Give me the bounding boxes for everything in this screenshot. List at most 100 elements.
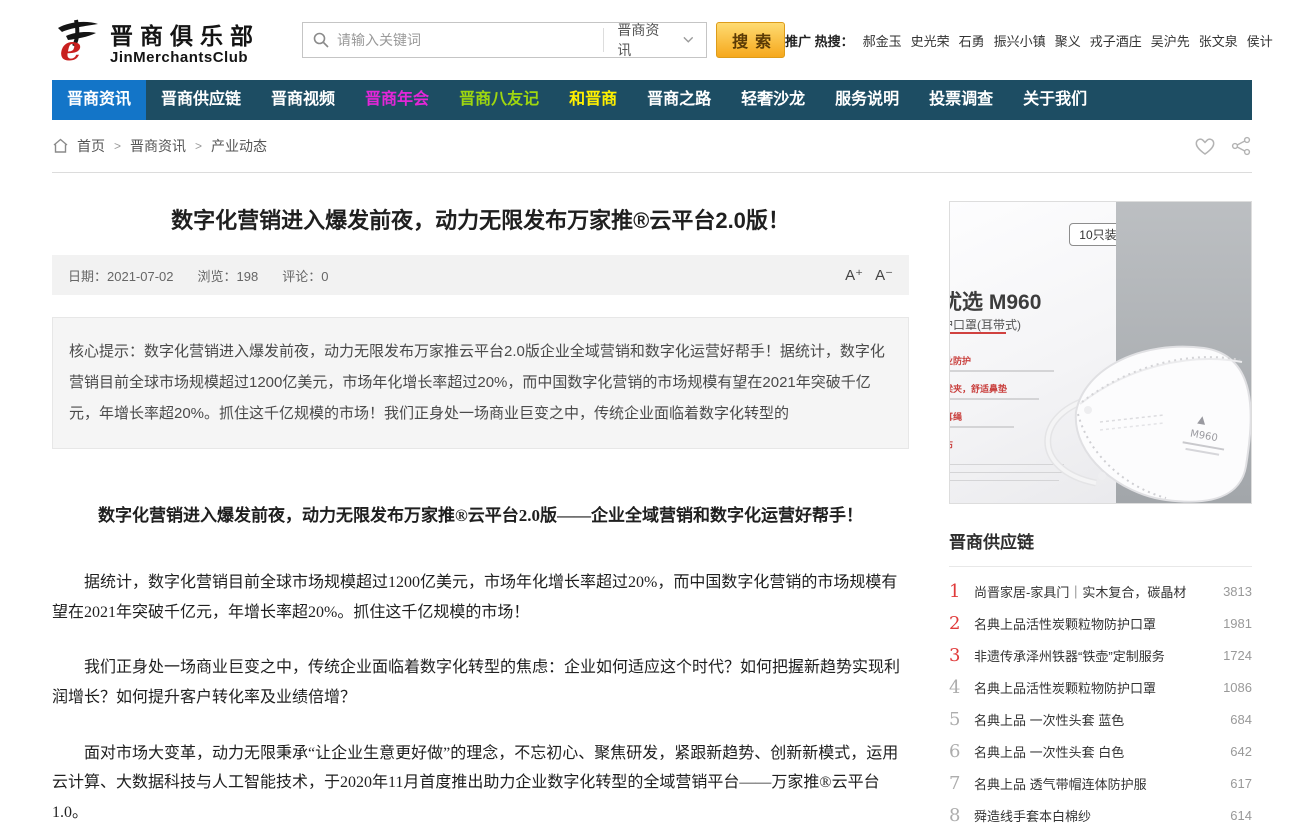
sidebar-section-title: 晋商供应链 bbox=[949, 528, 1252, 567]
font-bigger-button[interactable]: A⁺ bbox=[845, 266, 863, 284]
ranking-count: 1724 bbox=[1223, 648, 1252, 663]
package-feature: 业防护 bbox=[949, 354, 971, 367]
search-area: 晋商资讯 搜索 bbox=[302, 22, 785, 58]
search-input[interactable] bbox=[337, 24, 603, 56]
article-paragraph: 面对市场大变革，动力无限秉承“让企业生意更好做”的理念，不忘初心、聚焦研发，紧跟… bbox=[52, 739, 909, 828]
breadcrumb-actions bbox=[1194, 136, 1252, 156]
ranking-count: 1981 bbox=[1223, 616, 1252, 631]
ranking-number: 8 bbox=[949, 805, 974, 826]
logo-text: 晋商俱乐部 JinMerchantsClub bbox=[110, 24, 260, 66]
site-header: e 晋商俱乐部 JinMerchantsClub 晋商资讯 bbox=[0, 0, 1304, 80]
ranking-count: 642 bbox=[1230, 744, 1252, 759]
ranking-row[interactable]: 1尚晋家居-家具门｜实木复合，碳晶材3813 bbox=[949, 575, 1252, 607]
nav-item-1[interactable]: 晋商资讯 bbox=[52, 80, 146, 120]
kn95-mask-art: M960 bbox=[1014, 318, 1252, 504]
ranking-number: 6 bbox=[949, 741, 974, 762]
search-category-value: 晋商资讯 bbox=[617, 20, 666, 60]
article-meta-item: 浏览：198 bbox=[198, 266, 259, 285]
package-subtitle: 护口罩(耳带式) bbox=[949, 316, 1021, 333]
hot-search-term[interactable]: 张文泉 bbox=[1199, 31, 1238, 50]
ranking-row[interactable]: 5名典上品 一次性头套 蓝色 684 bbox=[949, 703, 1252, 735]
nav-item-3[interactable]: 晋商视频 bbox=[256, 80, 350, 120]
ranking-row[interactable]: 3非遗传承泽州铁器“铁壶”定制服务1724 bbox=[949, 639, 1252, 671]
nav-item-11[interactable]: 关于我们 bbox=[1008, 80, 1102, 120]
breadcrumb-link[interactable]: 产业动态 bbox=[211, 136, 267, 156]
package-feature: 梁夹，舒适鼻垫 bbox=[949, 382, 1007, 395]
article-paragraphs: 据统计，数字化营销目前全球市场规模超过1200亿美元，市场年化增长率超过20%，… bbox=[52, 568, 909, 827]
ranking-count: 1086 bbox=[1223, 680, 1252, 695]
ranking-title: 名典上品 透气带帽连体防护服 bbox=[974, 774, 1224, 793]
logo-title-cn: 晋商俱乐部 bbox=[110, 24, 260, 49]
ranking-title: 名典上品 一次性头套 蓝色 bbox=[974, 710, 1224, 729]
search-category-select[interactable]: 晋商资讯 bbox=[604, 23, 706, 57]
article-meta-items: 日期：2021-07-02 浏览：198 评论：0 bbox=[68, 266, 328, 285]
article-paragraph: 据统计，数字化营销目前全球市场规模超过1200亿美元，市场年化增长率超过20%，… bbox=[52, 568, 909, 627]
hot-search: 推广 热搜： 郝金玉史光荣石勇振兴小镇聚义戎子酒庄吴沪先张文泉侯计 bbox=[785, 31, 1273, 50]
ranking-count: 614 bbox=[1230, 808, 1252, 823]
article-body: 数字化营销进入爆发前夜，动力无限发布万家推®云平台2.0版——企业全域营销和数字… bbox=[52, 501, 909, 827]
article-meta-item: 评论：0 bbox=[282, 266, 328, 285]
hot-search-term[interactable]: 史光荣 bbox=[911, 31, 950, 50]
logo-title-en: JinMerchantsClub bbox=[110, 49, 260, 66]
hot-search-terms: 郝金玉史光荣石勇振兴小镇聚义戎子酒庄吴沪先张文泉侯计 bbox=[863, 31, 1273, 50]
font-smaller-button[interactable]: A⁻ bbox=[875, 266, 893, 284]
hot-search-term[interactable]: 侯计 bbox=[1247, 31, 1273, 50]
favorite-heart-icon[interactable] bbox=[1194, 136, 1216, 156]
search-box: 晋商资讯 bbox=[302, 22, 707, 58]
ranking-row[interactable]: 6名典上品 一次性头套 白色 642 bbox=[949, 735, 1252, 767]
breadcrumb: 首页 > 晋商资讯 > 产业动态 bbox=[52, 120, 1252, 172]
search-button[interactable]: 搜索 bbox=[716, 22, 785, 58]
ranking-title: 非遗传承泽州铁器“铁壶”定制服务 bbox=[974, 646, 1217, 665]
nav-item-10[interactable]: 投票调查 bbox=[914, 80, 1008, 120]
ranking-row[interactable]: 7名典上品 透气带帽连体防护服 617 bbox=[949, 767, 1252, 799]
article-paragraph: 我们正身处一场商业巨变之中，传统企业面临着数字化转型的焦虑：企业如何适应这个时代… bbox=[52, 653, 909, 712]
hot-search-term[interactable]: 吴沪先 bbox=[1151, 31, 1190, 50]
product-ad-image[interactable]: 10只装 优选 M960 护口罩(耳带式) 业防护 梁夹，舒适鼻垫 耳绳 布 bbox=[949, 201, 1252, 504]
search-icon bbox=[313, 32, 329, 48]
ranking-row[interactable]: 8舜造线手套本白棉纱 614 bbox=[949, 799, 1252, 828]
nav-item-7[interactable]: 晋商之路 bbox=[632, 80, 726, 120]
ranking-number: 7 bbox=[949, 773, 974, 794]
article-meta-item: 日期：2021-07-02 bbox=[68, 266, 174, 285]
nav-item-8[interactable]: 轻奢沙龙 bbox=[726, 80, 820, 120]
article-meta-bar: 日期：2021-07-02 浏览：198 评论：0 A⁺ A⁻ bbox=[52, 255, 909, 295]
breadcrumb-separator: > bbox=[195, 139, 202, 153]
ranking-row[interactable]: 4名典上品活性炭颗粒物防护口罩 1086 bbox=[949, 671, 1252, 703]
nav-item-6[interactable]: 和晋商 bbox=[554, 80, 632, 120]
ranking-count: 684 bbox=[1230, 712, 1252, 727]
main-nav: 晋商资讯晋商供应链晋商视频晋商年会晋商八友记和晋商晋商之路轻奢沙龙服务说明投票调… bbox=[52, 80, 1252, 120]
hot-search-term[interactable]: 振兴小镇 bbox=[994, 31, 1046, 50]
article-summary: 核心提示：数字化营销进入爆发前夜，动力无限发布万家推云平台2.0版企业全域营销和… bbox=[52, 317, 909, 449]
package-feature: 耳绳 bbox=[949, 410, 962, 423]
ranking-count: 3813 bbox=[1223, 584, 1252, 599]
main-content: 数字化营销进入爆发前夜，动力无限发布万家推®云平台2.0版！ 日期：2021-0… bbox=[0, 173, 1304, 828]
logo-mark-icon: e bbox=[52, 14, 104, 66]
hot-search-label: 推广 热搜： bbox=[785, 31, 854, 50]
ranking-title: 名典上品活性炭颗粒物防护口罩 bbox=[974, 678, 1217, 697]
hot-search-term[interactable]: 戎子酒庄 bbox=[1090, 31, 1142, 50]
supply-chain-ranking: 1尚晋家居-家具门｜实木复合，碳晶材38132名典上品活性炭颗粒物防护口罩198… bbox=[949, 575, 1252, 828]
nav-item-2[interactable]: 晋商供应链 bbox=[146, 80, 256, 120]
nav-item-4[interactable]: 晋商年会 bbox=[350, 80, 444, 120]
ranking-count: 617 bbox=[1230, 776, 1252, 791]
share-icon[interactable] bbox=[1231, 136, 1252, 156]
hot-search-term[interactable]: 聚义 bbox=[1055, 31, 1081, 50]
breadcrumb-link[interactable]: 首页 bbox=[77, 136, 105, 156]
ranking-title: 名典上品活性炭颗粒物防护口罩 bbox=[974, 614, 1217, 633]
ranking-title: 名典上品 一次性头套 白色 bbox=[974, 742, 1224, 761]
ranking-number: 4 bbox=[949, 677, 974, 698]
hot-search-term[interactable]: 石勇 bbox=[959, 31, 985, 50]
article-title: 数字化营销进入爆发前夜，动力无限发布万家推®云平台2.0版！ bbox=[52, 203, 909, 235]
package-feature: 布 bbox=[949, 438, 953, 451]
home-icon[interactable] bbox=[52, 138, 69, 154]
nav-item-9[interactable]: 服务说明 bbox=[820, 80, 914, 120]
nav-item-5[interactable]: 晋商八友记 bbox=[444, 80, 554, 120]
sidebar: 10只装 优选 M960 护口罩(耳带式) 业防护 梁夹，舒适鼻垫 耳绳 布 bbox=[949, 187, 1252, 828]
breadcrumb-link[interactable]: 晋商资讯 bbox=[130, 136, 186, 156]
site-logo[interactable]: e 晋商俱乐部 JinMerchantsClub bbox=[52, 14, 260, 66]
ranking-number: 5 bbox=[949, 709, 974, 730]
hot-search-term[interactable]: 郝金玉 bbox=[863, 31, 902, 50]
breadcrumb-separator: > bbox=[114, 139, 121, 153]
ranking-title: 舜造线手套本白棉纱 bbox=[974, 806, 1224, 825]
ranking-row[interactable]: 2名典上品活性炭颗粒物防护口罩1981 bbox=[949, 607, 1252, 639]
